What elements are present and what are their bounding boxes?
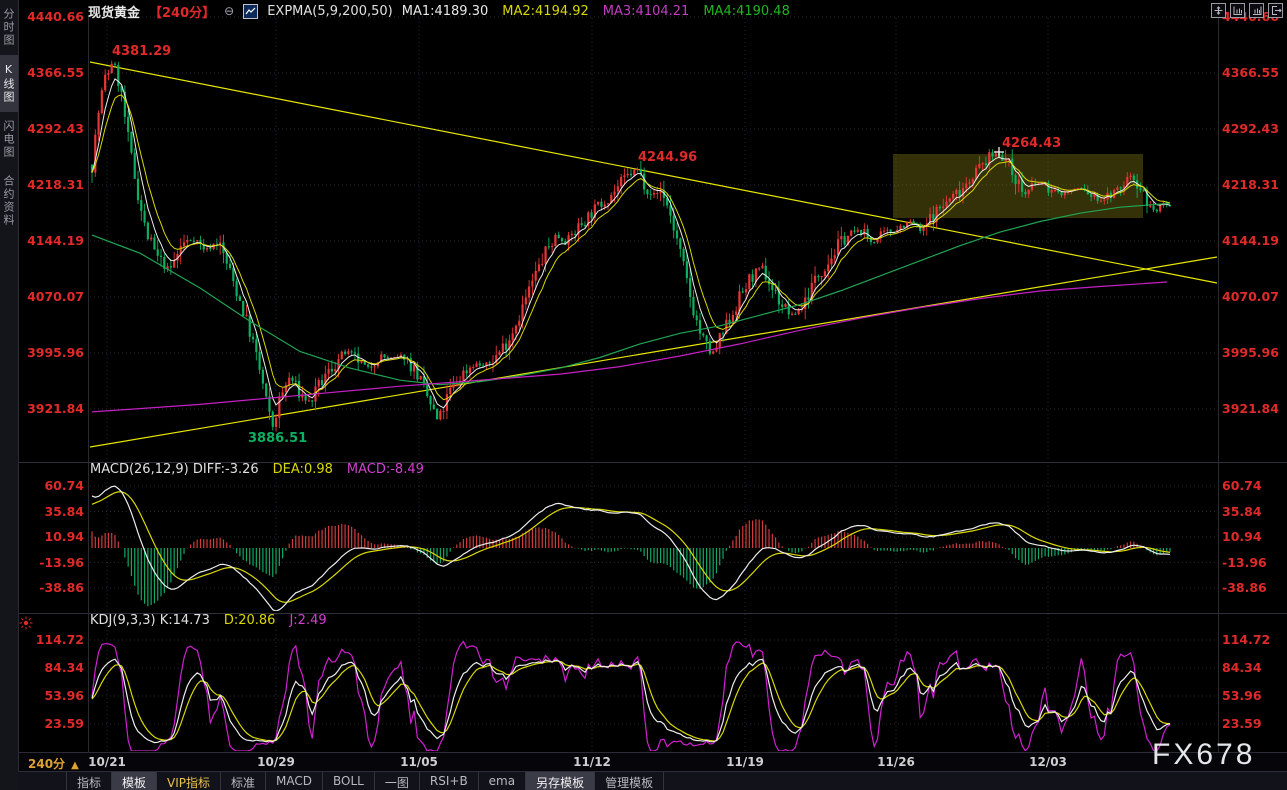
ma-line xyxy=(91,202,1171,386)
ma-value-1: MA1:4189.30 xyxy=(401,3,489,19)
x-axis-date: 11/12 xyxy=(573,755,611,769)
sidebar: 分时图 K线图 闪电图 合约资料 xyxy=(0,0,19,790)
chart-window: 分时图 K线图 闪电图 合约资料 现货黄金 【240分】 ⊖ EXPMA(5,9,20… xyxy=(0,0,1287,790)
pan-icon[interactable] xyxy=(1211,3,1226,18)
d-line xyxy=(91,660,1171,742)
watermark: FX678 xyxy=(1152,738,1256,771)
toolbar-item-11[interactable]: 管理模板 xyxy=(595,772,665,790)
axis-scale-left-icon[interactable] xyxy=(1230,3,1245,18)
ma-value-2: MA2:4194.92 xyxy=(502,3,589,19)
x-axis-date: 10/21 xyxy=(88,755,126,769)
panel-separators xyxy=(18,17,1287,752)
ma-value-3: MA3:4104.21 xyxy=(602,3,690,19)
price-annotation: 4264.43 xyxy=(1002,136,1062,151)
chart-canvas[interactable] xyxy=(0,0,1287,790)
sidebar-item-2[interactable]: K线图 xyxy=(0,55,18,112)
ma-value-4: MA4:4190.48 xyxy=(703,3,790,19)
ma-line xyxy=(91,78,1171,409)
price-annotation: 4381.29 xyxy=(112,44,172,59)
macd-header-seg: MACD(26,12,9) DIFF:-3.26 xyxy=(90,462,259,477)
toolbar-item-10[interactable]: 另存模板 xyxy=(526,772,596,790)
bottom-toolbar: 指标 模板 VIP指标 标准 MACD BOLL 一图 RSI+B ema 另存模板 管理模板 xyxy=(18,771,1287,790)
toolbar-item-7[interactable]: 一图 xyxy=(375,772,420,790)
toolbar-item-6[interactable]: BOLL xyxy=(323,772,375,790)
k-line xyxy=(91,658,1171,744)
period-chip-arrow-icon: ▲ xyxy=(71,760,79,771)
toolbar-item-2[interactable]: 模板 xyxy=(112,772,158,790)
price-annotation: 4244.96 xyxy=(638,150,698,165)
period-chip-label: 240分 xyxy=(28,757,66,771)
x-axis-date: 11/26 xyxy=(877,755,915,769)
period-label: 【240分】 xyxy=(149,5,216,21)
window-icons xyxy=(1211,3,1283,18)
x-axis-date: 10/29 xyxy=(257,755,295,769)
x-axis-date: 11/19 xyxy=(726,755,764,769)
x-axis-row: 240分 ▲ 10/21 10/29 11/05 11/12 11/19 11/26 12/0… xyxy=(18,752,1287,772)
toolbar-item-3[interactable]: VIP指标 xyxy=(157,772,222,790)
toolbar-item-4[interactable]: 标准 xyxy=(221,772,267,790)
indicator-burst-icon[interactable] xyxy=(18,615,34,631)
sidebar-item-3[interactable]: 闪电图 xyxy=(0,112,18,167)
kdj-header-seg: J:2.49 xyxy=(289,613,327,628)
sidebar-item-1[interactable]: 分时图 xyxy=(0,0,18,55)
toolbar-item-1[interactable]: 指标 xyxy=(66,772,113,790)
sidebar-item-4[interactable]: 合约资料 xyxy=(0,167,18,235)
ma-values: MA1:4189.30 MA2:4194.92 MA3:4104.21 MA4:419… xyxy=(402,4,790,19)
kdj-header-seg: KDJ(9,3,3) K:14.73 xyxy=(90,613,210,628)
toolbar-item-8[interactable]: RSI+B xyxy=(420,772,479,790)
chart-type-icon[interactable] xyxy=(243,3,259,19)
chart-header: 现货黄金 【240分】 ⊖ EXPMA(5,9,200,50) MA1:4189… xyxy=(88,0,1287,22)
axis-scale-right-icon[interactable] xyxy=(1249,3,1264,18)
candlestick-layer xyxy=(90,60,1172,432)
symbol-title: 现货黄金 xyxy=(88,5,141,21)
kdj-header: KDJ(9,3,3) K:14.73 D:20.86 J:2.49 xyxy=(90,613,327,629)
collapse-icon[interactable]: ⊖ xyxy=(224,4,234,18)
kdj-header-seg: D:20.86 xyxy=(223,613,276,628)
macd-header-seg: DEA:0.98 xyxy=(272,462,333,477)
macd-header-seg: MACD:-8.49 xyxy=(346,462,424,477)
x-axis-date: 11/05 xyxy=(400,755,438,769)
macd-layer xyxy=(91,485,1171,611)
price-annotation: 3886.51 xyxy=(248,431,308,446)
x-axis-date: 12/03 xyxy=(1029,755,1067,769)
toolbar-item-5[interactable]: MACD xyxy=(266,772,324,790)
grid-layer xyxy=(90,16,1217,751)
exit-icon[interactable] xyxy=(1268,3,1283,18)
indicator-name: EXPMA(5,9,200,50) xyxy=(267,3,393,19)
period-chip[interactable]: 240分 ▲ xyxy=(28,755,79,772)
toolbar-item-9[interactable]: ema xyxy=(479,772,527,790)
macd-header: MACD(26,12,9) DIFF:-3.26 DEA:0.98 MACD:-8.… xyxy=(90,462,424,478)
